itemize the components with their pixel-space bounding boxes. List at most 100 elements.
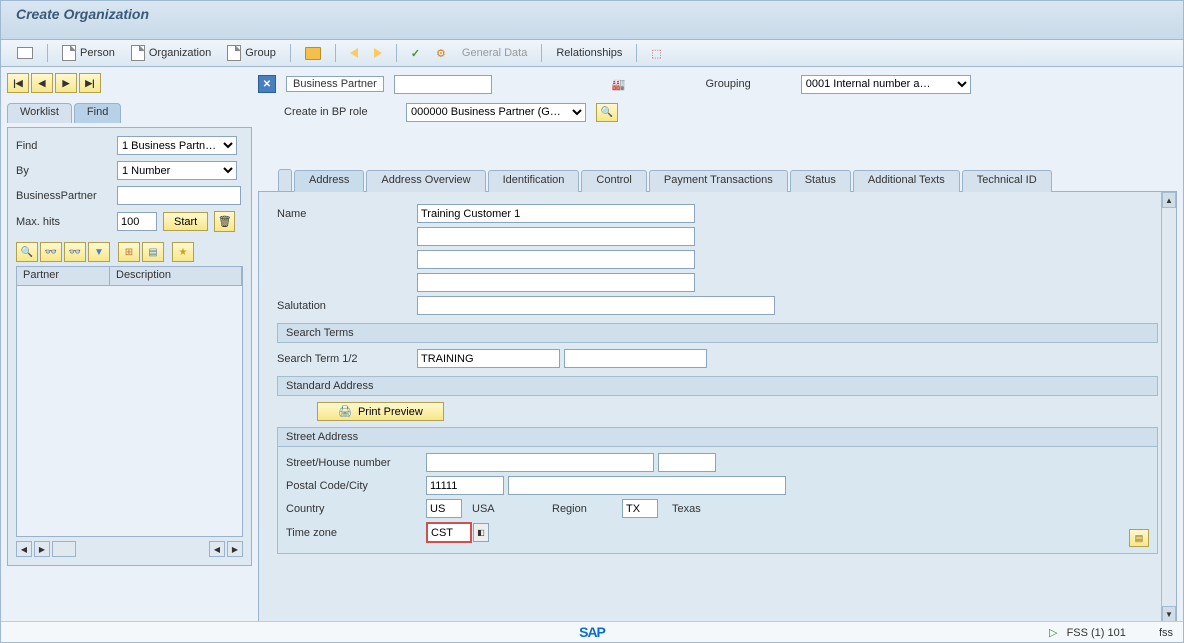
maxhits-label: Max. hits bbox=[16, 216, 111, 228]
relationships-button[interactable]: Relationships bbox=[550, 43, 628, 63]
scroll-right-button[interactable]: ▶ bbox=[34, 541, 50, 557]
search-terms-header: Search Terms bbox=[277, 323, 1158, 343]
back-button[interactable] bbox=[344, 43, 364, 63]
status-client: fss bbox=[1159, 627, 1173, 639]
street-label: Street/House number bbox=[286, 457, 426, 469]
general-data-button[interactable]: General Data bbox=[456, 43, 533, 63]
tab-status[interactable]: Status bbox=[790, 170, 851, 192]
status-system: FSS (1) 101 bbox=[1067, 627, 1126, 639]
tab-additional-texts[interactable]: Additional Texts bbox=[853, 170, 960, 192]
export-icon: ▤ bbox=[148, 247, 157, 258]
country-name: USA bbox=[472, 503, 552, 515]
scroll-left2-button[interactable]: ◀ bbox=[209, 541, 225, 557]
export-button[interactable]: ▤ bbox=[142, 242, 164, 262]
search-term1-input[interactable] bbox=[417, 349, 560, 368]
star-icon: ★ bbox=[179, 247, 188, 258]
find-select[interactable]: 1 Business Partn… bbox=[117, 136, 237, 155]
role-select[interactable]: 000000 Business Partner (G… bbox=[406, 103, 586, 122]
factory-icon: 🏭 bbox=[612, 78, 626, 91]
forward-button[interactable] bbox=[368, 43, 388, 63]
tab-control[interactable]: Control bbox=[581, 170, 646, 192]
scroll-up-button[interactable]: ▲ bbox=[1162, 192, 1176, 208]
bp-number-input[interactable] bbox=[394, 75, 492, 94]
scroll-left-button[interactable]: ◀ bbox=[16, 541, 32, 557]
nav-last-button[interactable]: ▶| bbox=[79, 73, 101, 93]
search-term2-input[interactable] bbox=[564, 349, 707, 368]
check-button[interactable]: ✓ bbox=[405, 43, 426, 63]
region-name: Texas bbox=[672, 503, 701, 515]
open-button[interactable] bbox=[299, 43, 327, 63]
role-details-button[interactable]: 🔍 bbox=[596, 103, 618, 122]
filter-button[interactable]: ▼ bbox=[88, 242, 110, 262]
search-term-label: Search Term 1/2 bbox=[277, 353, 417, 365]
house-number-input[interactable] bbox=[658, 453, 716, 472]
print-icon: 🖨 bbox=[338, 405, 352, 418]
street-address-header: Street Address bbox=[278, 428, 1157, 447]
scroll-right2-button[interactable]: ▶ bbox=[227, 541, 243, 557]
person-button[interactable]: Person bbox=[56, 43, 121, 63]
street-input[interactable] bbox=[426, 453, 654, 472]
grouping-select[interactable]: 0001 Internal number a… bbox=[801, 75, 971, 94]
sap-logo: SAP bbox=[579, 624, 605, 640]
result-header: Partner Description bbox=[16, 266, 243, 286]
expand-address-button[interactable]: ▤ bbox=[1129, 529, 1149, 547]
check-icon: ✓ bbox=[411, 47, 420, 60]
findnext-button[interactable]: 👓 bbox=[64, 242, 86, 262]
timezone-input[interactable] bbox=[426, 522, 472, 543]
activate-button[interactable]: ⚙ bbox=[430, 43, 452, 63]
close-locator-button[interactable]: ✕ bbox=[258, 75, 276, 93]
tab-address[interactable]: Address bbox=[294, 170, 364, 192]
name-input[interactable] bbox=[417, 204, 695, 223]
name3-input[interactable] bbox=[417, 250, 695, 269]
city-input[interactable] bbox=[508, 476, 786, 495]
nav-first-button[interactable]: |◀ bbox=[7, 73, 29, 93]
name4-input[interactable] bbox=[417, 273, 695, 292]
details-button[interactable]: 🔍 bbox=[16, 242, 38, 262]
tab-worklist[interactable]: Worklist bbox=[7, 103, 72, 123]
group-button[interactable]: Group bbox=[221, 43, 282, 63]
tab-address-overview[interactable]: Address Overview bbox=[366, 170, 485, 192]
timezone-f4-button[interactable]: ◧ bbox=[473, 523, 489, 542]
start-button[interactable]: Start bbox=[163, 212, 208, 231]
salutation-input[interactable] bbox=[417, 296, 775, 315]
tab-scroll-left[interactable] bbox=[278, 169, 292, 191]
scroll-track[interactable] bbox=[52, 541, 76, 557]
status-ok-icon: ▷ bbox=[1049, 627, 1057, 639]
tab-technical-id[interactable]: Technical ID bbox=[962, 170, 1052, 192]
document-icon bbox=[62, 45, 76, 61]
country-code-input[interactable] bbox=[426, 499, 462, 518]
menu-button[interactable] bbox=[11, 43, 39, 63]
grouping-label: Grouping bbox=[705, 78, 750, 90]
services-button[interactable]: ⬚ bbox=[645, 43, 667, 63]
region-code-input[interactable] bbox=[622, 499, 658, 518]
filter-icon: ▼ bbox=[94, 247, 104, 258]
vertical-scrollbar[interactable]: ▲ ▼ bbox=[1161, 192, 1176, 622]
nav-prev-button[interactable]: ◀ bbox=[31, 73, 53, 93]
page-title: Create Organization bbox=[16, 6, 149, 22]
col-description[interactable]: Description bbox=[110, 267, 242, 285]
scroll-down-button[interactable]: ▼ bbox=[1162, 606, 1176, 622]
postal-code-input[interactable] bbox=[426, 476, 504, 495]
find-icon-button[interactable]: 👓 bbox=[40, 242, 62, 262]
name2-input[interactable] bbox=[417, 227, 695, 246]
region-label: Region bbox=[552, 503, 622, 515]
country-label: Country bbox=[286, 503, 426, 515]
print-preview-button[interactable]: 🖨 Print Preview bbox=[317, 402, 444, 421]
layout-button[interactable]: ⊞ bbox=[118, 242, 140, 262]
tab-payment-transactions[interactable]: Payment Transactions bbox=[649, 170, 788, 192]
tab-identification[interactable]: Identification bbox=[488, 170, 580, 192]
group-label: Group bbox=[245, 47, 276, 59]
postal-label: Postal Code/City bbox=[286, 480, 426, 492]
tab-find[interactable]: Find bbox=[74, 103, 121, 123]
maxhits-input[interactable] bbox=[117, 212, 157, 231]
favorite-button[interactable]: ★ bbox=[172, 242, 194, 262]
folder-icon bbox=[305, 47, 321, 60]
organization-button[interactable]: Organization bbox=[125, 43, 217, 63]
bp-input[interactable] bbox=[117, 186, 241, 205]
col-partner[interactable]: Partner bbox=[17, 267, 110, 285]
status-bar: SAP ▷ FSS (1) 101 fss bbox=[1, 621, 1183, 642]
by-select[interactable]: 1 Number bbox=[117, 161, 237, 180]
nav-next-button[interactable]: ▶ bbox=[55, 73, 77, 93]
title-bar: Create Organization bbox=[1, 1, 1183, 40]
delete-button[interactable]: 🗑 bbox=[214, 211, 235, 232]
